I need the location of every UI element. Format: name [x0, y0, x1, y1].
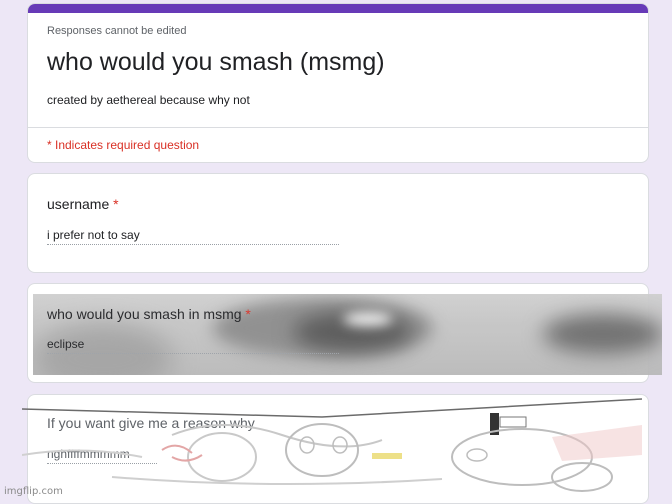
responses-note: Responses cannot be edited — [47, 25, 187, 37]
question-label: username * — [47, 196, 119, 212]
required-asterisk: * — [113, 196, 119, 212]
imgflip-watermark: imgflip.com — [4, 486, 63, 497]
form-description: created by aethereal because why not — [47, 93, 250, 107]
answer-field[interactable]: nghffffmmmmm — [47, 447, 157, 464]
answer-field[interactable]: i prefer not to say — [47, 228, 339, 245]
question-card-username: username * i prefer not to say — [27, 173, 649, 273]
form-title: who would you smash (msmg) — [47, 48, 385, 76]
header-divider — [28, 127, 648, 128]
overlay-photo: who would you smash in msmg * eclipse — [33, 294, 662, 375]
required-note: * Indicates required question — [47, 138, 200, 152]
question-text: who would you smash in msmg — [47, 306, 242, 322]
question-card-reason: If you want give me a reason why nghffff… — [27, 394, 649, 504]
required-asterisk: * — [245, 306, 251, 322]
question-label: who would you smash in msmg * — [47, 306, 251, 322]
form-accent-bar — [28, 4, 648, 13]
answer-field[interactable]: eclipse — [47, 337, 339, 354]
question-text: If you want give me a reason why — [47, 415, 255, 431]
question-text: username — [47, 196, 110, 212]
form-header-card: Responses cannot be edited who would you… — [27, 3, 649, 163]
